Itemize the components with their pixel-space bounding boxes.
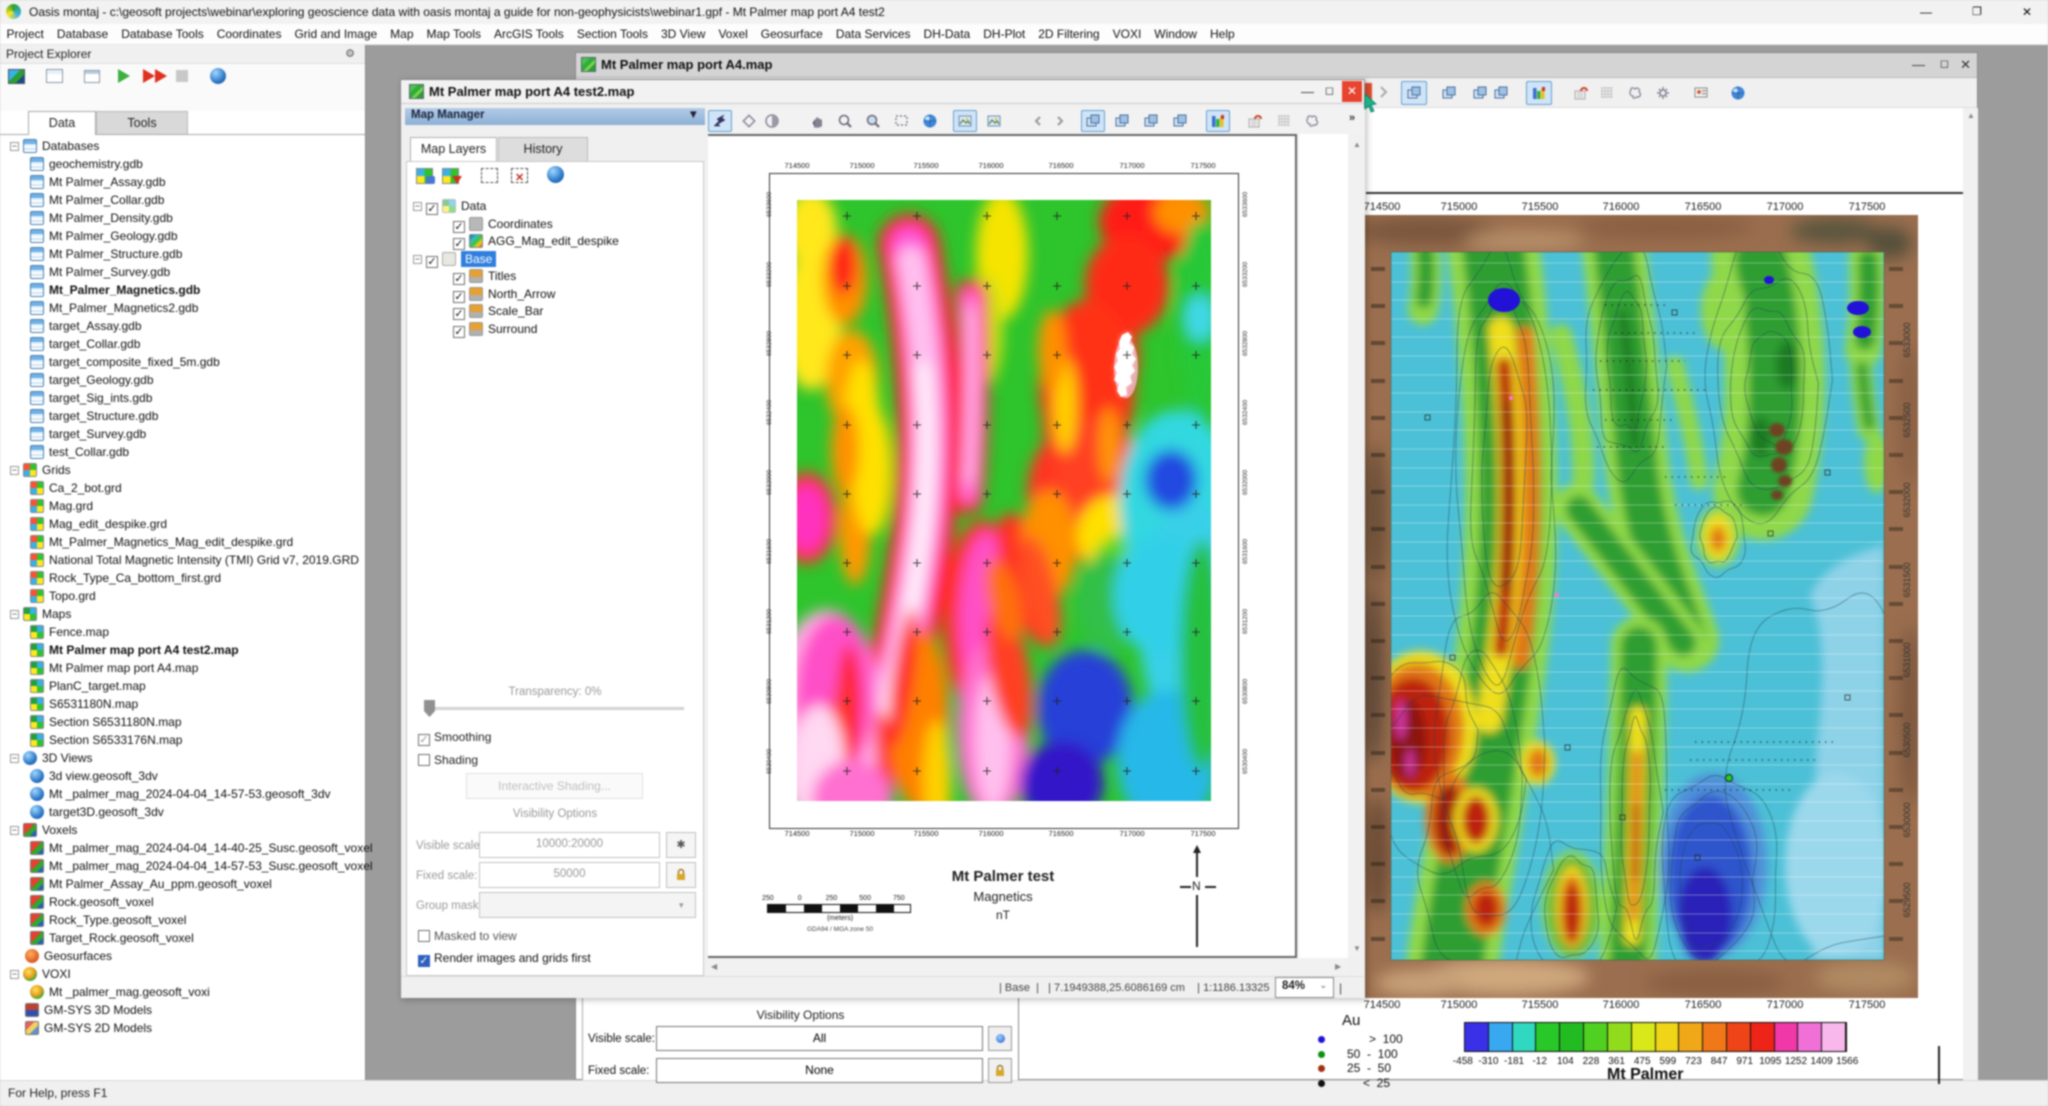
svg-text:6529500: 6529500 — [1902, 882, 1912, 917]
svg-text:6531500: 6531500 — [1902, 562, 1912, 597]
svg-text:6533000: 6533000 — [1902, 322, 1912, 357]
svg-text:6531000: 6531000 — [1902, 642, 1912, 677]
svg-text:6532000: 6532000 — [1902, 482, 1912, 517]
svg-text:6530500: 6530500 — [1902, 722, 1912, 757]
svg-text:6532500: 6532500 — [1902, 402, 1912, 437]
svg-text:6530000: 6530000 — [1902, 802, 1912, 837]
